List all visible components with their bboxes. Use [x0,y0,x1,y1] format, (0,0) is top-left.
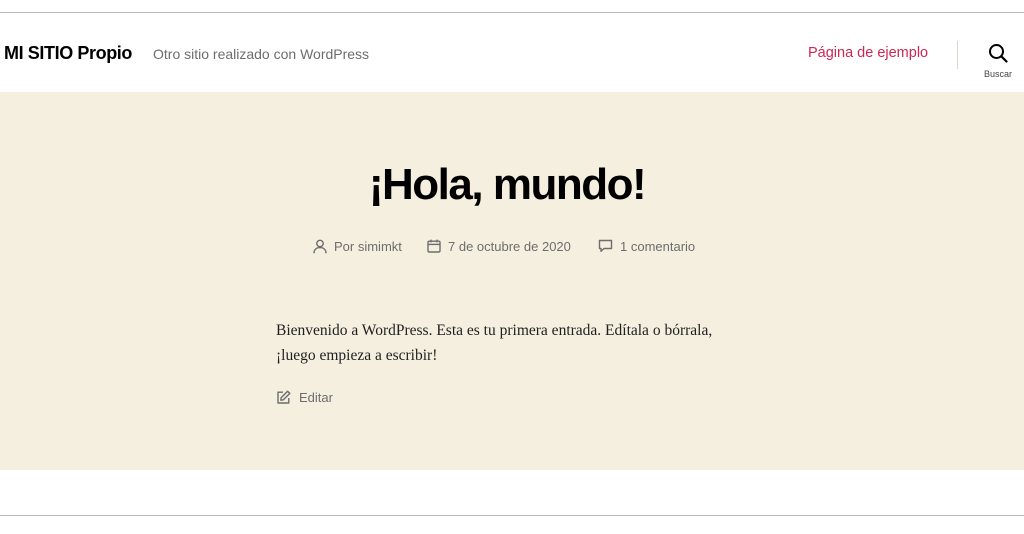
post-author: Por simimkt [313,237,402,255]
post-title[interactable]: ¡Hola, mundo! [0,160,1014,210]
bottom-border [0,515,1024,516]
edit-icon [277,390,291,404]
edit-post-link[interactable]: Editar [276,390,333,405]
search-label: Buscar [983,69,1012,79]
site-header: MI SITIO Propio Otro sitio realizado con… [0,13,1024,92]
calendar-icon [427,239,441,253]
page-frame: MI SITIO Propio Otro sitio realizado con… [0,0,1024,534]
post-area: ¡Hola, mundo! Por simimkt 7 de octubre d… [0,92,1024,470]
post-date: 7 de octubre de 2020 [427,237,571,255]
site-description: Otro sitio realizado con WordPress [153,46,370,62]
site-title[interactable]: MI SITIO Propio [4,43,132,64]
post-body: Bienvenido a WordPress. Esta es tu prime… [276,322,713,364]
edit-label: Editar [299,390,333,405]
person-icon [313,239,327,253]
post-comments: 1 comentario [598,237,695,255]
post-author-link[interactable]: Por simimkt [334,239,402,254]
comment-icon [598,239,613,252]
post-date-link[interactable]: 7 de octubre de 2020 [448,239,571,254]
nav-divider [957,41,958,69]
nav-link-sample-page[interactable]: Página de ejemplo [808,45,928,61]
search-button[interactable]: Buscar [978,43,1018,83]
search-icon [989,44,1008,63]
post-comments-link[interactable]: 1 comentario [620,239,695,254]
